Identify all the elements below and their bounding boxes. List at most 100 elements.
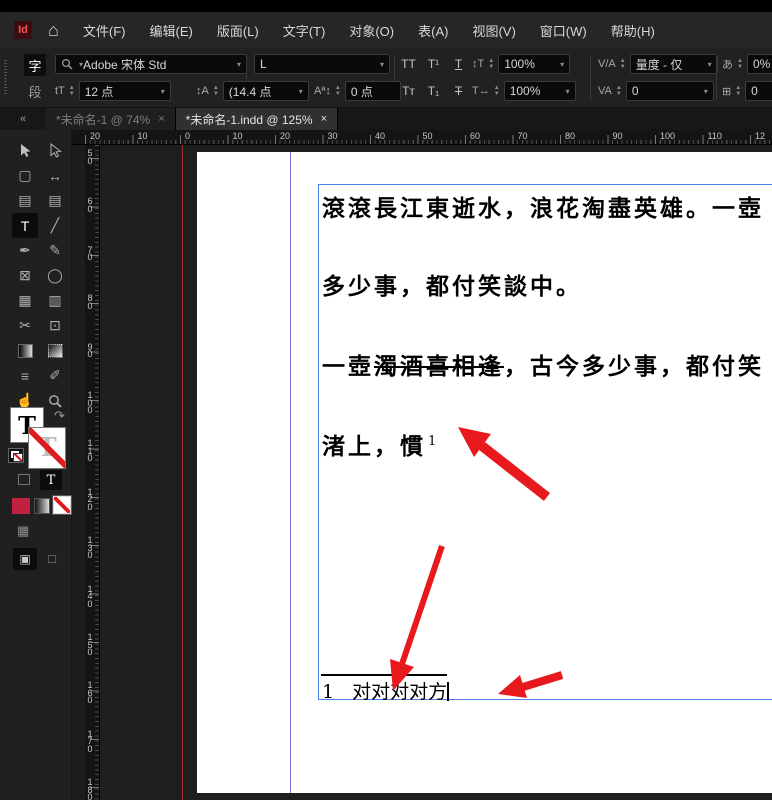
tracking-field[interactable]: VA ▲▼ 0 ▾ [598,80,714,102]
gradient-swatch-tool[interactable] [12,338,38,363]
font-style-combo[interactable]: L ▾ [254,53,390,75]
panel-drag-handle[interactable] [4,60,7,96]
normal-view-mode-button[interactable]: ▣ [13,548,37,570]
baseline-shift-value[interactable]: 0 点 [351,83,395,100]
document-tab-active[interactable]: *未命名-1.indd @ 125% × [176,108,338,130]
horizontal-grid-tool[interactable]: ▦ [12,288,38,313]
subscript-button[interactable]: T₁ [423,84,444,98]
baseline-shift-stepper[interactable]: ▲▼ [335,86,341,97]
kerning-stepper[interactable]: ▲▼ [620,59,626,70]
chevron-down-icon[interactable]: ▾ [237,60,241,69]
content-collector-tool[interactable]: ▤ [12,188,38,213]
kerning-field[interactable]: V/A ▲▼ 量度 - 仅 ▾ [598,53,718,75]
kerning-value[interactable]: 量度 - 仅 [636,56,702,73]
vertical-scale-field[interactable]: ↕T ▲▼ 100% ▾ [472,53,570,75]
grid-jidori-stepper[interactable]: ▲▼ [737,59,743,70]
scissors-tool[interactable]: ✂ [12,313,38,338]
underline-button[interactable]: T [448,57,469,71]
pen-tool[interactable]: ✒ [12,238,38,263]
gradient-feather-tool[interactable] [42,338,68,363]
tracking-stepper[interactable]: ▲▼ [616,86,622,97]
font-family-value[interactable]: Adobe 宋体 Std [83,56,231,73]
leading-stepper[interactable]: ▲▼ [213,86,219,97]
menu-item[interactable]: 编辑(E) [137,13,204,48]
character-formatting-button[interactable]: 字 [24,54,46,76]
menu-item[interactable]: 文件(F) [71,13,138,48]
small-caps-button[interactable]: Tт [398,84,419,98]
font-size-field[interactable]: tT ▲▼ 12 点 ▾ [55,80,171,102]
all-caps-button[interactable]: TT [398,57,419,71]
formatting-affects-text-button[interactable]: T [40,470,62,490]
ellipse-frame-tool[interactable]: ◯ [42,263,68,288]
close-icon[interactable]: × [321,113,327,125]
grid-jidori-value[interactable]: 0% [753,57,772,71]
horizontal-scale-value[interactable]: 100% [510,84,560,98]
line-tool[interactable]: ╱ [42,213,68,238]
grid-tsume-stepper[interactable]: ▲▼ [735,86,741,97]
chevron-down-icon[interactable]: ▾ [566,87,570,96]
font-style-value[interactable]: L [260,57,374,71]
apply-gradient-button[interactable] [34,498,50,514]
vertical-grid-tool[interactable]: ▥ [42,288,68,313]
default-fill-stroke-icon[interactable] [8,448,24,463]
paragraph-formatting-button[interactable]: 段 [24,80,46,102]
menu-item[interactable]: 帮助(H) [599,13,667,48]
text-line[interactable]: 滾滾長江東逝水，浪花淘盡英雄。一壺 [322,189,764,223]
stroke-proxy[interactable]: T [28,427,66,469]
eyedropper-tool[interactable]: ✐ [42,363,68,388]
content-placer-tool[interactable]: ▤ [42,188,68,213]
view-options-icon[interactable]: ▦ [17,523,29,539]
strikethrough-button[interactable]: T [448,84,469,98]
chevron-down-icon[interactable]: ▾ [708,60,712,69]
font-size-value[interactable]: 12 点 [85,83,155,100]
rectangle-frame-tool[interactable]: ⊠ [12,263,38,288]
gap-tool[interactable]: ↔ [42,163,68,188]
chevron-down-icon[interactable]: ▾ [299,87,303,96]
grid-tsume-field[interactable]: ⊞ ▲▼ 0 [722,80,772,102]
swap-fill-stroke-icon[interactable]: ↷ [54,408,65,424]
superscript-button[interactable]: T¹ [423,57,444,71]
type-tool[interactable]: T [12,213,38,238]
grid-tsume-value[interactable]: 0 [751,84,772,98]
menu-item[interactable]: 文字(T) [271,13,338,48]
horizontal-scale-field[interactable]: T↔ ▲▼ 100% ▾ [472,80,576,102]
close-icon[interactable]: × [158,113,164,125]
text-line[interactable]: 一壺濁酒喜相逢，古今多少事，都付笑 [322,347,764,381]
baseline-shift-field[interactable]: Aª↕ ▲▼ 0 点 [314,80,401,102]
menu-item[interactable]: 版面(L) [205,13,271,48]
free-transform-tool[interactable]: ⊡ [42,313,68,338]
font-size-stepper[interactable]: ▲▼ [69,86,75,97]
menu-item[interactable]: 对象(O) [337,13,406,48]
home-icon[interactable]: ⌂ [48,20,59,41]
text-line[interactable]: 多少事，都付笑談中。 [322,267,582,301]
apply-color-button[interactable] [12,498,30,514]
chevron-down-icon[interactable]: ▾ [161,87,165,96]
horizontal-scale-stepper[interactable]: ▲▼ [494,86,500,97]
menu-item[interactable]: 窗口(W) [528,13,599,48]
vertical-scale-stepper[interactable]: ▲▼ [488,59,494,70]
text-frame[interactable]: 滾滾長江東逝水，浪花淘盡英雄。一壺 多少事，都付笑談中。 一壺濁酒喜相逢，古今多… [318,184,772,700]
menu-item[interactable]: 表(A) [406,13,460,48]
formatting-affects-container-button[interactable] [18,474,30,485]
leading-value[interactable]: (14.4 点 [229,83,293,100]
page-tool[interactable]: ▢ [12,163,38,188]
note-tool[interactable]: ≡ [12,363,38,388]
text-line[interactable]: 渚上，慣1 [322,427,436,461]
vertical-ruler[interactable]: 5060708090100110120130140150160170180 [85,145,100,800]
ruler-corner[interactable] [72,130,85,145]
preview-mode-button[interactable]: □ [44,550,60,566]
tool-panel-collapse[interactable]: « [0,108,46,130]
grid-jidori-field[interactable]: あ ▲▼ 0% [722,53,772,75]
direct-selection-tool[interactable] [42,138,68,163]
footnote-text[interactable]: 1对对对对方 [322,677,449,704]
menu-item[interactable]: 视图(V) [460,13,527,48]
apply-none-button[interactable] [53,496,71,514]
chevron-down-icon[interactable]: ▾ [560,60,564,69]
vertical-scale-value[interactable]: 100% [504,57,554,71]
pasteboard[interactable]: 滾滾長江東逝水，浪花淘盡英雄。一壺 多少事，都付笑談中。 一壺濁酒喜相逢，古今多… [100,145,772,800]
selection-tool[interactable] [12,138,38,163]
document-tab-inactive[interactable]: *未命名-1 @ 74% × [46,108,176,130]
horizontal-ruler[interactable]: 2010010203040506070809010011012 [85,130,772,145]
font-family-combo[interactable]: ▾ Adobe 宋体 Std ▾ [55,53,247,75]
chevron-down-icon[interactable]: ▾ [380,60,384,69]
